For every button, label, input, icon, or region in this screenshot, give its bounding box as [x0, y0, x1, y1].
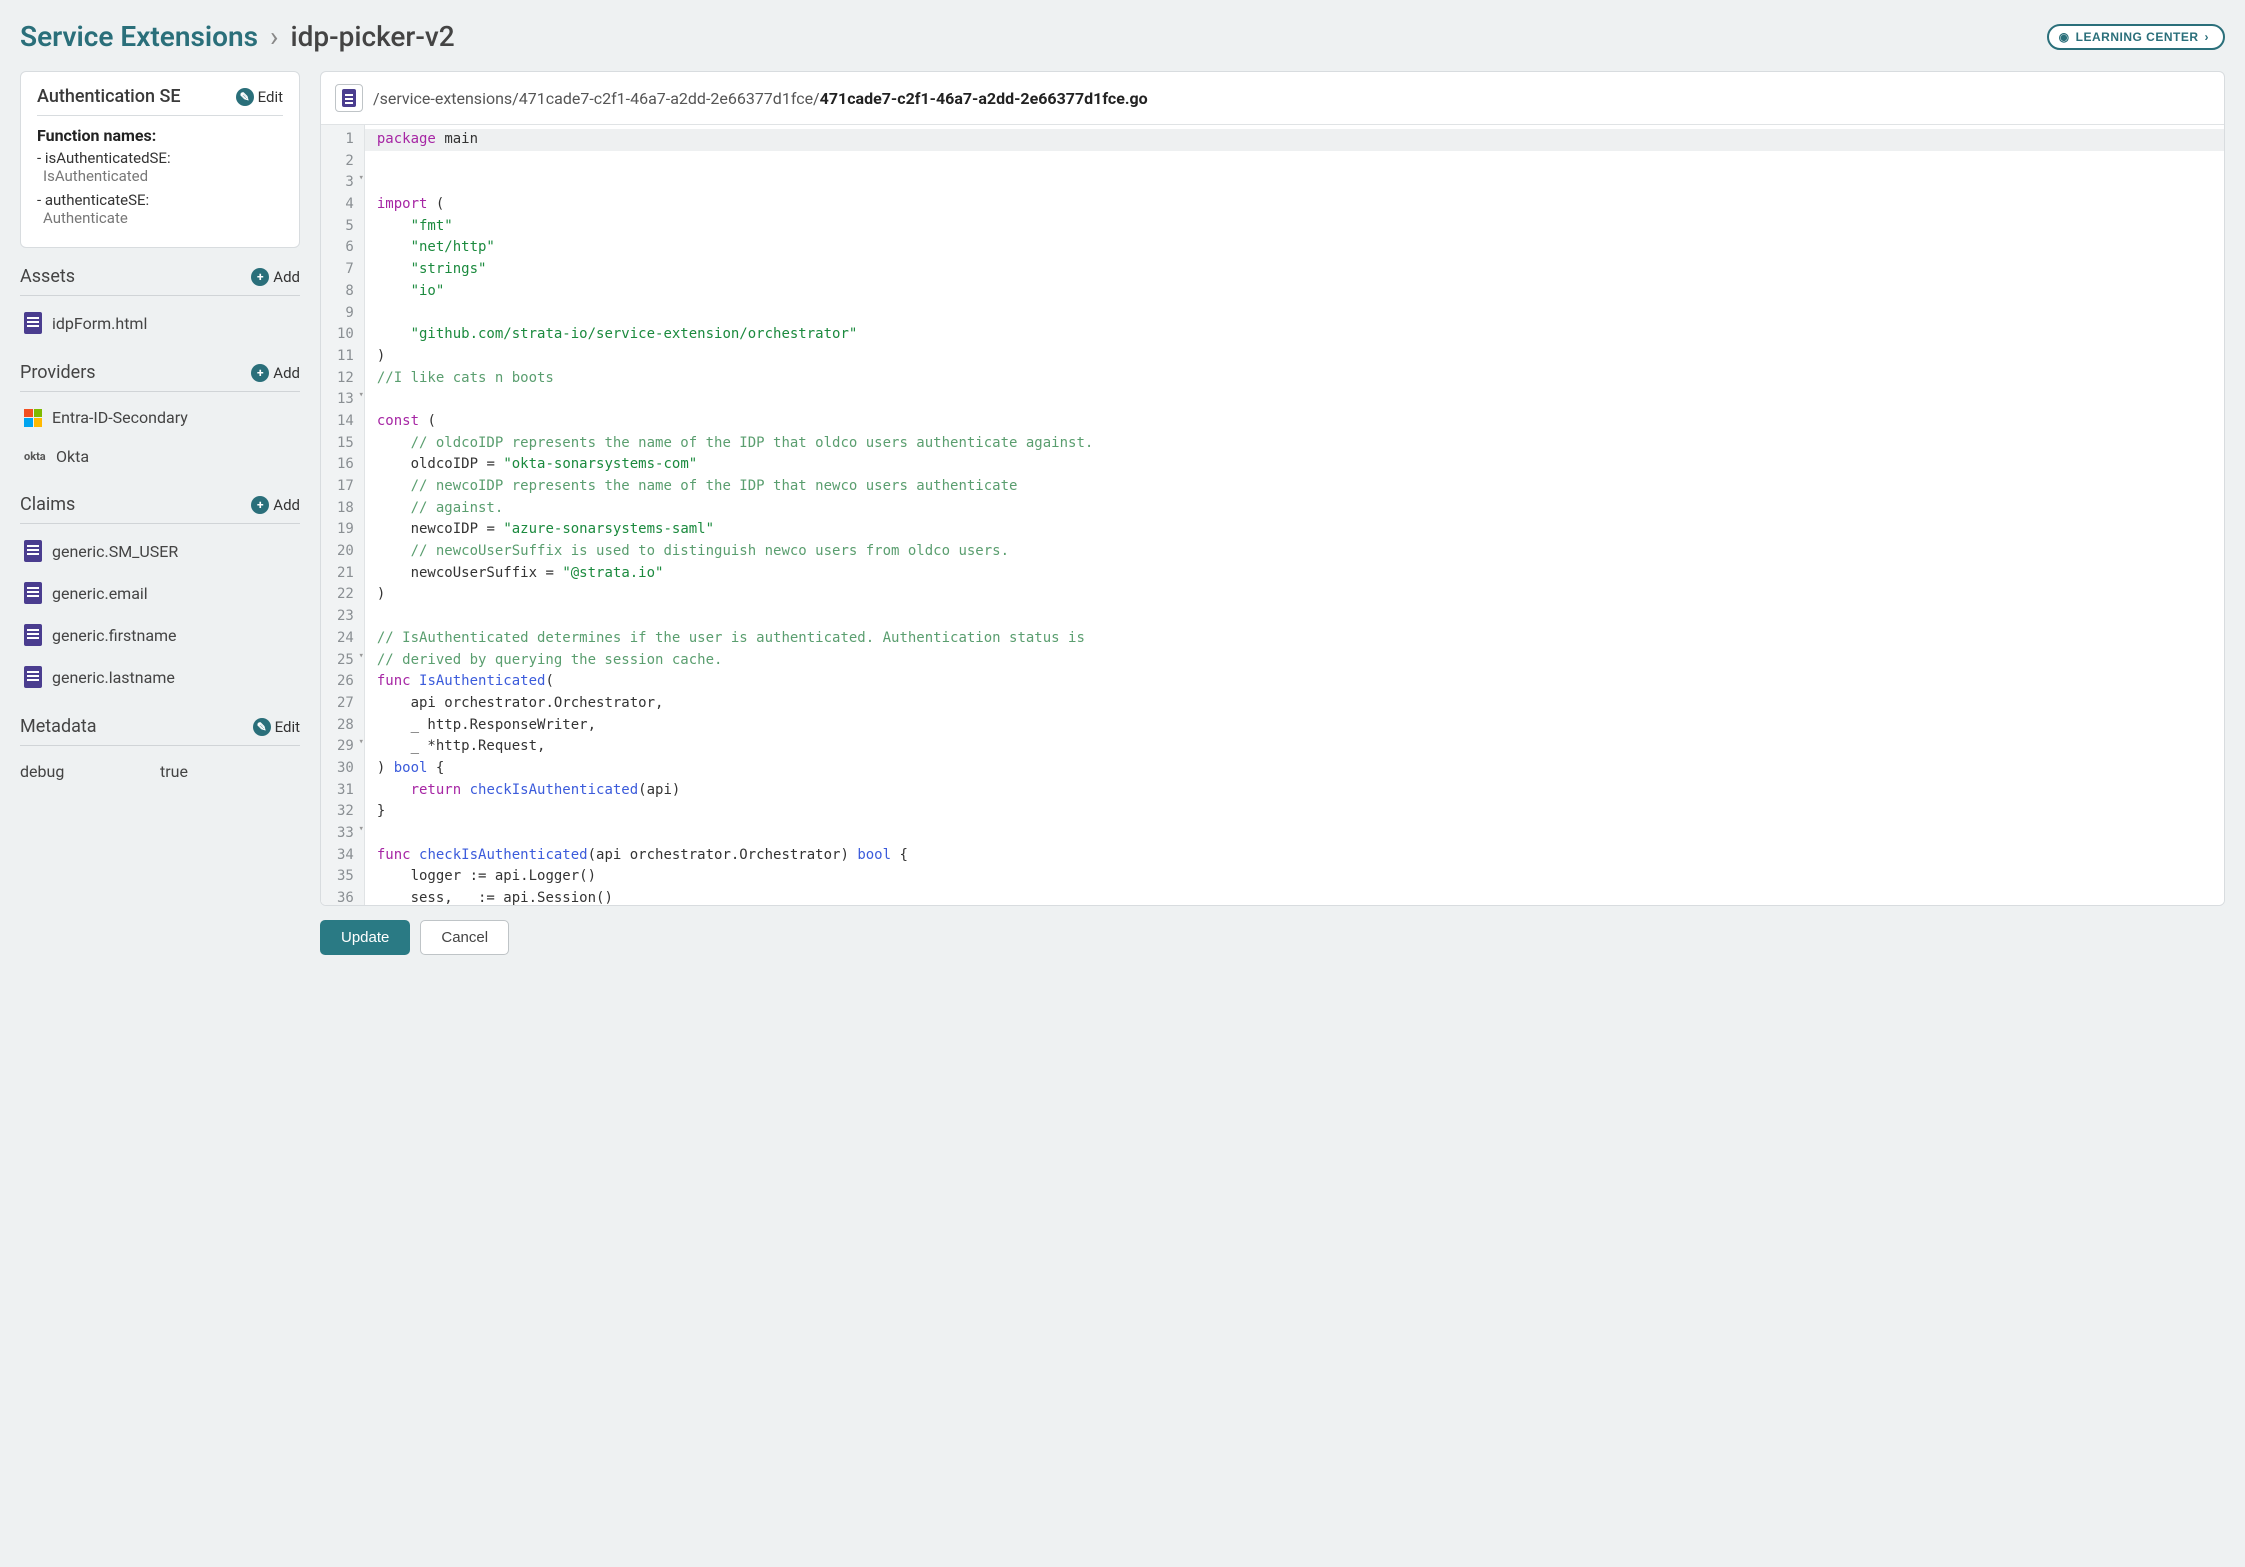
breadcrumb-current: idp-picker-v2: [290, 20, 454, 53]
claims-title: Claims: [20, 494, 75, 515]
file-icon: [24, 540, 42, 562]
plus-icon: +: [251, 268, 269, 286]
assets-title: Assets: [20, 266, 75, 287]
provider-item-okta[interactable]: okta Okta: [20, 437, 300, 476]
metadata-title: Metadata: [20, 716, 97, 737]
claim-item[interactable]: generic.SM_USER: [20, 530, 300, 572]
line-gutter: 1234567891011121314151617181920212223242…: [321, 125, 365, 905]
providers-section: Providers + Add Entra-ID-Secondary okta …: [20, 354, 300, 476]
breadcrumb-root[interactable]: Service Extensions: [20, 20, 258, 53]
claim-item[interactable]: generic.lastname: [20, 656, 300, 698]
claims-section: Claims + Add generic.SM_USER generic.ema…: [20, 486, 300, 698]
edit-metadata-button[interactable]: ✎ Edit: [253, 718, 300, 736]
cancel-button[interactable]: Cancel: [420, 920, 509, 955]
asset-item[interactable]: idpForm.html: [20, 302, 300, 344]
file-icon: [342, 89, 356, 107]
file-icon: [24, 666, 42, 688]
claim-item[interactable]: generic.firstname: [20, 614, 300, 656]
provider-item-entra[interactable]: Entra-ID-Secondary: [20, 398, 300, 437]
file-path: /service-extensions/471cade7-c2f1-46a7-a…: [373, 89, 1148, 108]
file-icon-wrap: [335, 84, 363, 112]
add-claim-button[interactable]: + Add: [251, 496, 300, 514]
claim-item[interactable]: generic.email: [20, 572, 300, 614]
file-icon: [24, 312, 42, 334]
providers-title: Providers: [20, 362, 96, 383]
chevron-right-icon: ›: [2205, 30, 2210, 44]
chevron-right-icon: ›: [270, 20, 278, 53]
pencil-icon: ✎: [236, 88, 254, 106]
okta-icon: okta: [24, 450, 46, 463]
lightbulb-icon: ◉: [2059, 30, 2070, 44]
code-content[interactable]: package main import ( "fmt" "net/http" "…: [365, 125, 2224, 905]
authentication-card: Authentication SE ✎ Edit Function names:…: [20, 71, 300, 248]
file-icon: [24, 582, 42, 604]
metadata-section: Metadata ✎ Edit debug true: [20, 708, 300, 781]
function-item: - authenticateSE: Authenticate: [37, 191, 283, 227]
function-item: - isAuthenticatedSE: IsAuthenticated: [37, 149, 283, 185]
code-editor: /service-extensions/471cade7-c2f1-46a7-a…: [320, 71, 2225, 906]
microsoft-icon: [24, 409, 42, 427]
file-icon: [24, 624, 42, 646]
edit-auth-button[interactable]: ✎ Edit: [236, 88, 283, 106]
learning-center-button[interactable]: ◉ LEARNING CENTER ›: [2047, 24, 2225, 50]
assets-section: Assets + Add idpForm.html: [20, 258, 300, 344]
pencil-icon: ✎: [253, 718, 271, 736]
add-provider-button[interactable]: + Add: [251, 364, 300, 382]
code-area[interactable]: 1234567891011121314151617181920212223242…: [321, 125, 2224, 905]
function-names-heading: Function names:: [37, 126, 283, 145]
plus-icon: +: [251, 496, 269, 514]
breadcrumb: Service Extensions › idp-picker-v2: [20, 20, 455, 53]
plus-icon: +: [251, 364, 269, 382]
editor-path-bar: /service-extensions/471cade7-c2f1-46a7-a…: [321, 72, 2224, 125]
update-button[interactable]: Update: [320, 920, 410, 955]
metadata-row: debug true: [20, 752, 300, 781]
auth-title: Authentication SE: [37, 86, 181, 107]
add-asset-button[interactable]: + Add: [251, 268, 300, 286]
